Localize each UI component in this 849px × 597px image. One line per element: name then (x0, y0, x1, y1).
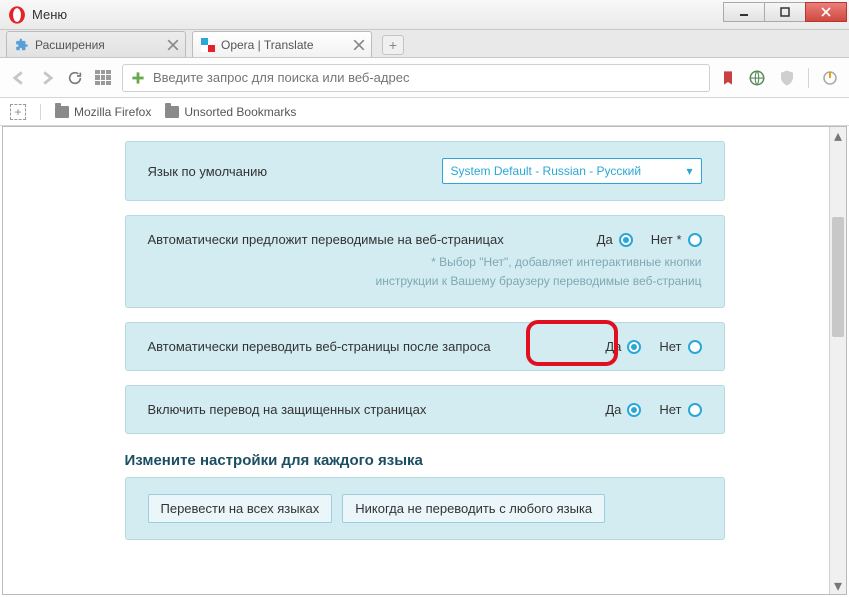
radio-icon (688, 233, 702, 247)
opera-logo-icon (8, 6, 26, 24)
scrollbar-thumb[interactable] (832, 217, 844, 337)
scroll-up-button[interactable]: ▴ (830, 127, 846, 144)
address-input[interactable] (153, 70, 701, 85)
default-language-dropdown[interactable]: System Default - Russian - Русский ▾ (442, 158, 702, 184)
menu-button[interactable]: Меню (32, 7, 67, 22)
tab-title: Opera | Translate (221, 38, 347, 52)
setting-auto-translate: Автоматически переводить веб-страницы по… (125, 322, 725, 371)
translate-all-button[interactable]: Перевести на всех языках (148, 494, 333, 523)
tab-extensions[interactable]: Расширения (6, 31, 186, 57)
scroll-down-button[interactable]: ▾ (830, 577, 846, 594)
dropdown-value: System Default - Russian - Русский (451, 164, 642, 178)
folder-icon (165, 106, 179, 118)
window-maximize-button[interactable] (764, 2, 806, 22)
radio-icon (688, 403, 702, 417)
divider (40, 104, 41, 120)
bookmark-icon[interactable] (720, 70, 736, 86)
radio-icon (619, 233, 633, 247)
radio-no[interactable]: Нет (659, 339, 701, 354)
never-translate-button[interactable]: Никогда не переводить с любого языка (342, 494, 605, 523)
page-content: ▴ ▾ Язык по умолчанию System Default - R… (2, 126, 847, 595)
translate-app-icon (201, 38, 215, 52)
reload-button[interactable] (66, 69, 84, 87)
window-minimize-button[interactable] (723, 2, 765, 22)
folder-icon (55, 106, 69, 118)
divider (808, 68, 809, 88)
setting-auto-suggest: Автоматически предложит переводимые на в… (125, 215, 725, 308)
vertical-scrollbar[interactable]: ▴ ▾ (829, 127, 846, 594)
speed-dial-button[interactable] (94, 69, 112, 87)
bookmark-label: Mozilla Firefox (74, 105, 151, 119)
radio-icon (627, 403, 641, 417)
add-bookmark-button[interactable]: + (10, 104, 26, 120)
tab-translate[interactable]: Opera | Translate (192, 31, 372, 57)
plus-icon[interactable] (131, 71, 145, 85)
shield-icon[interactable] (778, 69, 796, 87)
bookmark-folder-firefox[interactable]: Mozilla Firefox (55, 105, 151, 119)
per-language-panel: Перевести на всех языках Никогда не пере… (125, 477, 725, 540)
puzzle-icon (15, 38, 29, 52)
globe-icon[interactable] (748, 69, 766, 87)
setting-label: Включить перевод на защищенных страницах (148, 402, 586, 417)
close-icon[interactable] (353, 39, 365, 51)
radio-yes[interactable]: Да (605, 402, 641, 417)
setting-default-language: Язык по умолчанию System Default - Russi… (125, 141, 725, 201)
address-bar[interactable] (122, 64, 710, 92)
forward-button[interactable] (38, 69, 56, 87)
window-titlebar: Меню (0, 0, 849, 30)
setting-label: Автоматически предложит переводимые на в… (148, 232, 577, 247)
bookmarks-bar: + Mozilla Firefox Unsorted Bookmarks (0, 98, 849, 126)
bookmark-folder-unsorted[interactable]: Unsorted Bookmarks (165, 105, 296, 119)
bookmark-label: Unsorted Bookmarks (184, 105, 296, 119)
radio-yes[interactable]: Да (605, 339, 641, 354)
tab-strip: Расширения Opera | Translate + (0, 30, 849, 58)
chevron-down-icon: ▾ (686, 164, 692, 178)
window-close-button[interactable] (805, 2, 847, 22)
radio-icon (688, 340, 702, 354)
power-icon[interactable] (821, 69, 839, 87)
radio-yes[interactable]: Да (597, 232, 633, 247)
setting-label: Автоматически переводить веб-страницы по… (148, 339, 586, 354)
radio-no[interactable]: Нет * (651, 232, 702, 247)
setting-label: Язык по умолчанию (148, 164, 422, 179)
setting-secure-pages: Включить перевод на защищенных страницах… (125, 385, 725, 434)
radio-no[interactable]: Нет (659, 402, 701, 417)
back-button[interactable] (10, 69, 28, 87)
per-language-heading: Измените настройки для каждого языка (125, 452, 725, 469)
tab-title: Расширения (35, 38, 161, 52)
close-icon[interactable] (167, 39, 179, 51)
nav-toolbar (0, 58, 849, 98)
radio-icon (627, 340, 641, 354)
new-tab-button[interactable]: + (382, 35, 404, 55)
setting-note: * Выбор "Нет", добавляет интерактивные к… (148, 253, 702, 291)
